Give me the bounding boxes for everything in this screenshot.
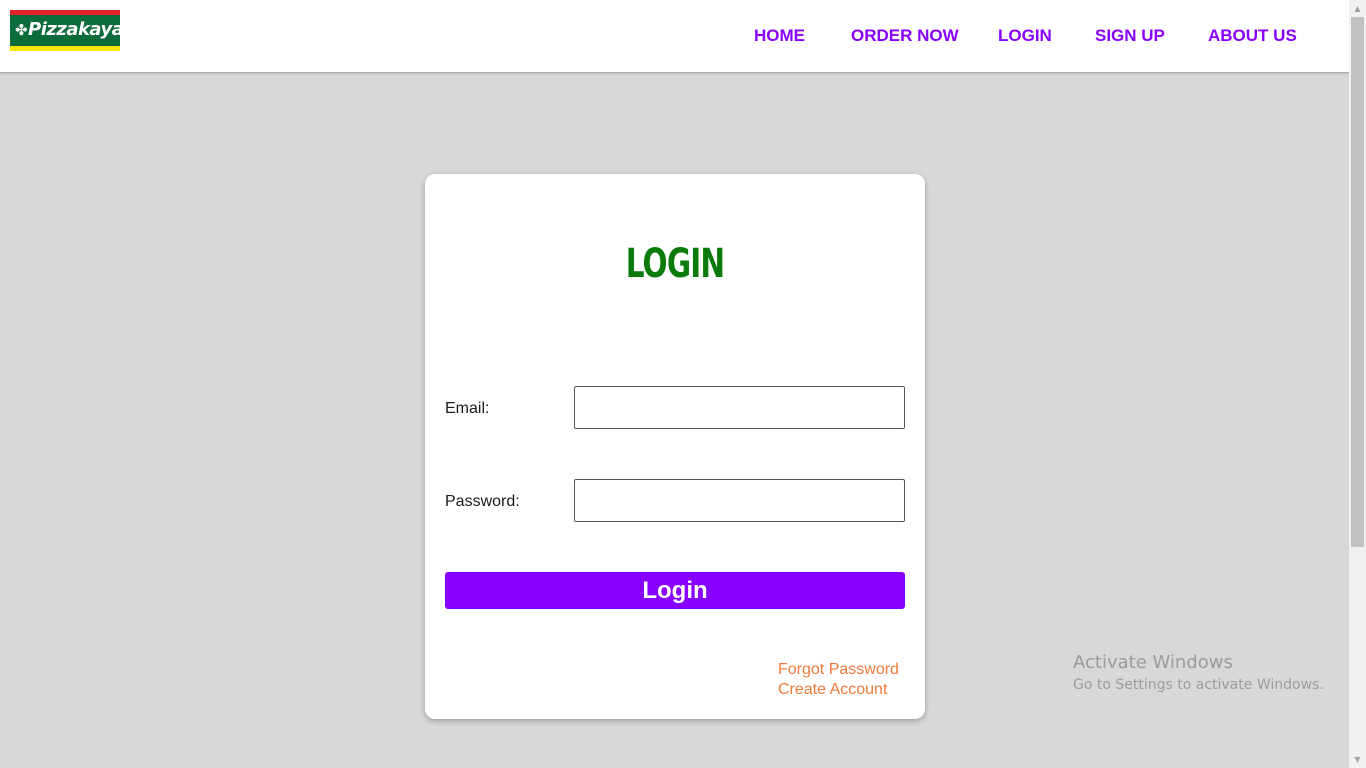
- pizzakaya-logo[interactable]: ✤ Pizzakaya: [10, 10, 120, 51]
- nav-home-link[interactable]: HOME: [754, 26, 805, 46]
- password-label: Password:: [445, 493, 520, 510]
- scrollbar-thumb[interactable]: [1351, 17, 1364, 547]
- login-button[interactable]: Login: [445, 572, 905, 609]
- nav-about-us-link[interactable]: ABOUT US: [1208, 26, 1297, 46]
- clover-leaf-icon: ✤: [15, 21, 28, 39]
- nav-order-now-link[interactable]: ORDER NOW: [851, 26, 959, 46]
- logo-text: Pizzakaya: [28, 19, 120, 40]
- create-account-link[interactable]: Create Account: [778, 680, 887, 700]
- top-navbar: ✤ Pizzakaya HOME ORDER NOW LOGIN SIGN UP…: [0, 0, 1349, 73]
- scroll-up-arrow-icon[interactable]: ▲: [1349, 0, 1366, 17]
- logo-red-stripe: [10, 10, 120, 15]
- login-title: LOGIN: [625, 241, 725, 287]
- vertical-scrollbar[interactable]: ▲ ▼: [1349, 0, 1366, 768]
- logo-yellow-stripe: [10, 46, 120, 51]
- activate-windows-title: Activate Windows: [1073, 652, 1233, 673]
- scroll-down-arrow-icon[interactable]: ▼: [1349, 751, 1366, 768]
- activate-windows-subtitle: Go to Settings to activate Windows.: [1073, 677, 1324, 693]
- nav-sign-up-link[interactable]: SIGN UP: [1095, 26, 1165, 46]
- email-label: Email:: [445, 400, 490, 417]
- nav-login-link[interactable]: LOGIN: [998, 26, 1052, 46]
- forgot-password-link[interactable]: Forgot Password: [778, 660, 899, 680]
- email-input[interactable]: [574, 386, 905, 429]
- password-input[interactable]: [574, 479, 905, 522]
